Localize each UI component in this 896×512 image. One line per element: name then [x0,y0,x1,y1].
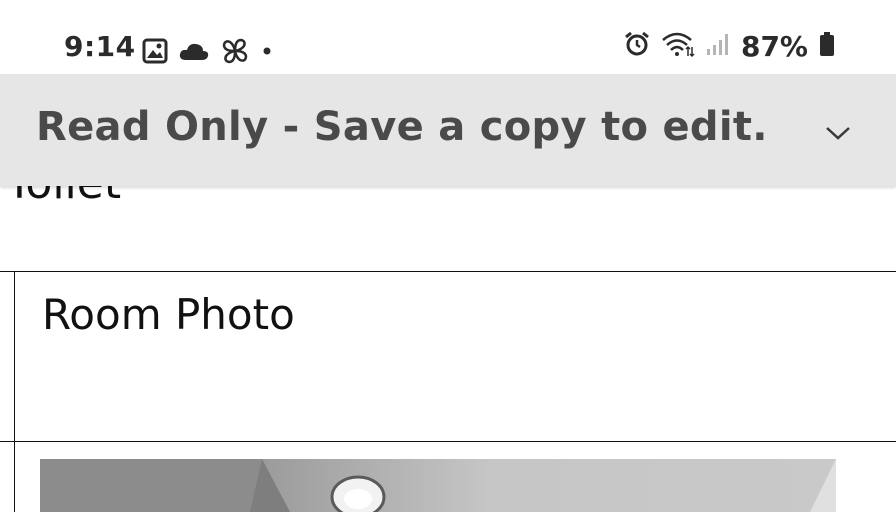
battery-icon [818,30,836,63]
signal-icon [705,31,731,62]
table-border [0,271,896,272]
read-only-message: Read Only - Save a copy to edit. [36,104,768,150]
dot-icon [260,44,274,63]
room-photo-label: Room Photo [42,290,295,339]
pinwheel-icon [220,36,250,71]
alarm-icon [623,30,651,63]
status-bar: 9:14 87% [0,0,896,74]
table-border [0,441,896,442]
table-border [14,271,15,512]
cell-text-partial: Toilet [6,186,121,209]
status-system-icons: 87% [623,30,836,63]
room-photo-image [40,459,836,512]
cloud-icon [178,40,210,67]
gallery-icon [142,38,168,69]
battery-percent: 87% [740,30,808,63]
document-view[interactable]: Toilet Room Photo [0,186,896,512]
read-only-banner[interactable]: Read Only - Save a copy to edit. [0,74,896,186]
chevron-down-icon[interactable] [818,114,858,154]
wifi-icon [661,30,695,63]
status-time: 9:14 [64,30,136,63]
status-notification-icons [142,36,274,71]
